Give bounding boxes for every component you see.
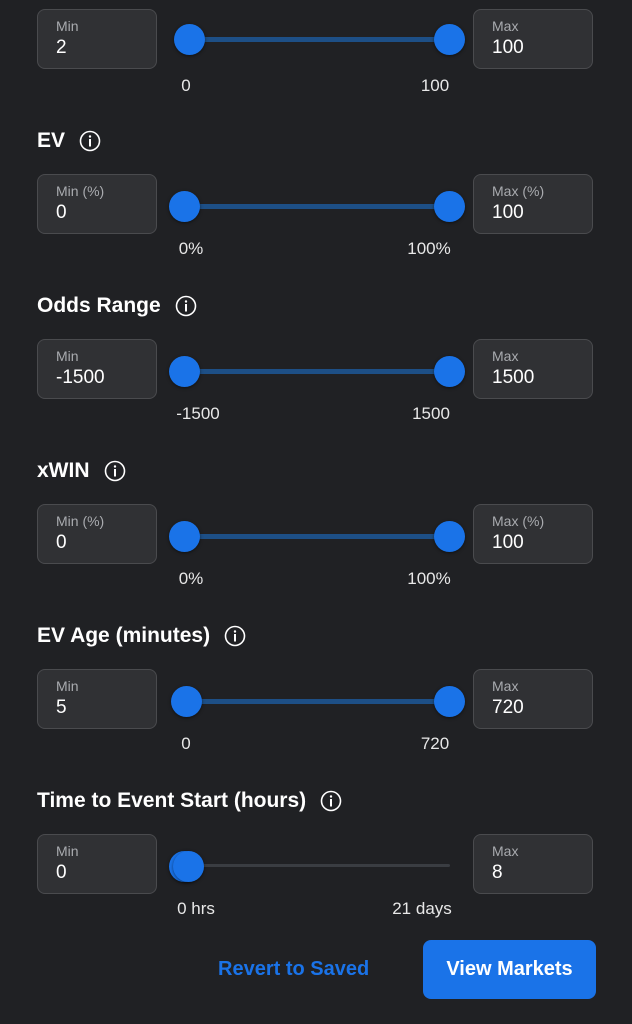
section-title-text: EV Age (minutes)	[37, 624, 211, 647]
range-min-tick: 0	[181, 734, 191, 753]
max-label: Max	[492, 348, 519, 364]
min-label: Min	[56, 843, 79, 859]
section-title: EV Age (minutes)	[37, 624, 246, 648]
info-icon[interactable]	[320, 790, 342, 812]
info-icon[interactable]	[104, 460, 126, 482]
info-icon[interactable]	[175, 295, 197, 317]
range-thumb-min[interactable]	[169, 191, 200, 222]
range-track[interactable]	[183, 204, 450, 209]
max-input[interactable]	[492, 697, 582, 719]
range-max-tick: 100%	[407, 569, 451, 588]
range-max-tick: 100	[420, 76, 450, 95]
max-input-box[interactable]: Max	[473, 339, 593, 399]
range-track[interactable]	[186, 864, 450, 867]
range-min-tick: 0 hrs	[177, 899, 215, 918]
range-thumb-max[interactable]	[173, 851, 205, 882]
info-icon[interactable]	[79, 130, 101, 152]
range-max-tick: 720	[420, 734, 450, 753]
min-label: Min (%)	[56, 513, 105, 529]
max-label: Max (%)	[492, 183, 545, 199]
max-input[interactable]	[492, 862, 582, 884]
range-thumb-min[interactable]	[169, 521, 200, 552]
min-label: Min	[56, 678, 79, 694]
section-title: Time to Event Start (hours)	[37, 789, 342, 813]
min-input-box[interactable]: Min (%)	[37, 504, 157, 564]
range-thumb-min[interactable]	[169, 356, 200, 387]
max-label: Max	[492, 18, 519, 34]
range-max-tick: 21 days	[392, 899, 452, 918]
max-input-box[interactable]: Max	[473, 669, 593, 729]
range-track[interactable]	[183, 369, 450, 374]
min-label: Min	[56, 348, 79, 364]
section-title-text: Odds Range	[37, 294, 161, 317]
section-title-text: xWIN	[37, 459, 90, 482]
min-input[interactable]	[56, 367, 146, 389]
max-input-box[interactable]: Max (%)	[473, 174, 593, 234]
range-thumb-min[interactable]	[174, 24, 206, 55]
min-input[interactable]	[56, 862, 146, 884]
range-thumb-max[interactable]	[434, 686, 465, 717]
range-track[interactable]	[183, 37, 450, 42]
max-label: Max	[492, 678, 519, 694]
max-input[interactable]	[492, 37, 582, 59]
range-thumb-max[interactable]	[434, 24, 465, 55]
max-label: Max (%)	[492, 513, 545, 529]
info-icon[interactable]	[224, 625, 246, 647]
range-thumb-max[interactable]	[434, 191, 465, 222]
min-input-box[interactable]: Min (%)	[37, 174, 157, 234]
range-max-tick: 100%	[407, 239, 451, 258]
footer-bar: Revert to Saved View Markets	[0, 918, 632, 1024]
range-min-tick: 0	[181, 76, 191, 95]
range-min-tick: 0%	[178, 569, 204, 588]
range-track[interactable]	[183, 534, 450, 539]
max-input-box[interactable]: Max	[473, 834, 593, 894]
min-label: Min (%)	[56, 183, 105, 199]
max-input[interactable]	[492, 532, 582, 554]
min-input[interactable]	[56, 37, 146, 59]
range-thumb-min[interactable]	[170, 686, 202, 717]
min-input-box[interactable]: Min	[37, 339, 157, 399]
max-input[interactable]	[492, 202, 582, 224]
max-label: Max	[492, 843, 519, 859]
view-markets-button[interactable]: View Markets	[423, 940, 596, 999]
min-label: Min	[56, 18, 79, 34]
range-min-tick: 0%	[178, 239, 204, 258]
min-input-box[interactable]: Min	[37, 9, 157, 69]
range-track[interactable]	[183, 699, 450, 704]
min-input-box[interactable]: Min	[37, 669, 157, 729]
section-title: Odds Range	[37, 294, 197, 318]
section-title-text: Time to Event Start (hours)	[37, 789, 307, 812]
max-input-box[interactable]: Max (%)	[473, 504, 593, 564]
section-title-text: EV	[37, 129, 66, 152]
section-title: EV	[37, 129, 101, 153]
min-input[interactable]	[56, 202, 146, 224]
min-input[interactable]	[56, 697, 146, 719]
section-title: xWIN	[37, 459, 126, 483]
revert-to-saved-button[interactable]: Revert to Saved	[218, 958, 369, 981]
max-input[interactable]	[492, 367, 582, 389]
range-thumb-max[interactable]	[434, 521, 465, 552]
max-input-box[interactable]: Max	[473, 9, 593, 69]
range-thumb-max[interactable]	[434, 356, 465, 387]
min-input[interactable]	[56, 532, 146, 554]
min-input-box[interactable]: Min	[37, 834, 157, 894]
range-max-tick: 1500	[412, 404, 450, 423]
range-min-tick: -1500	[176, 404, 220, 423]
